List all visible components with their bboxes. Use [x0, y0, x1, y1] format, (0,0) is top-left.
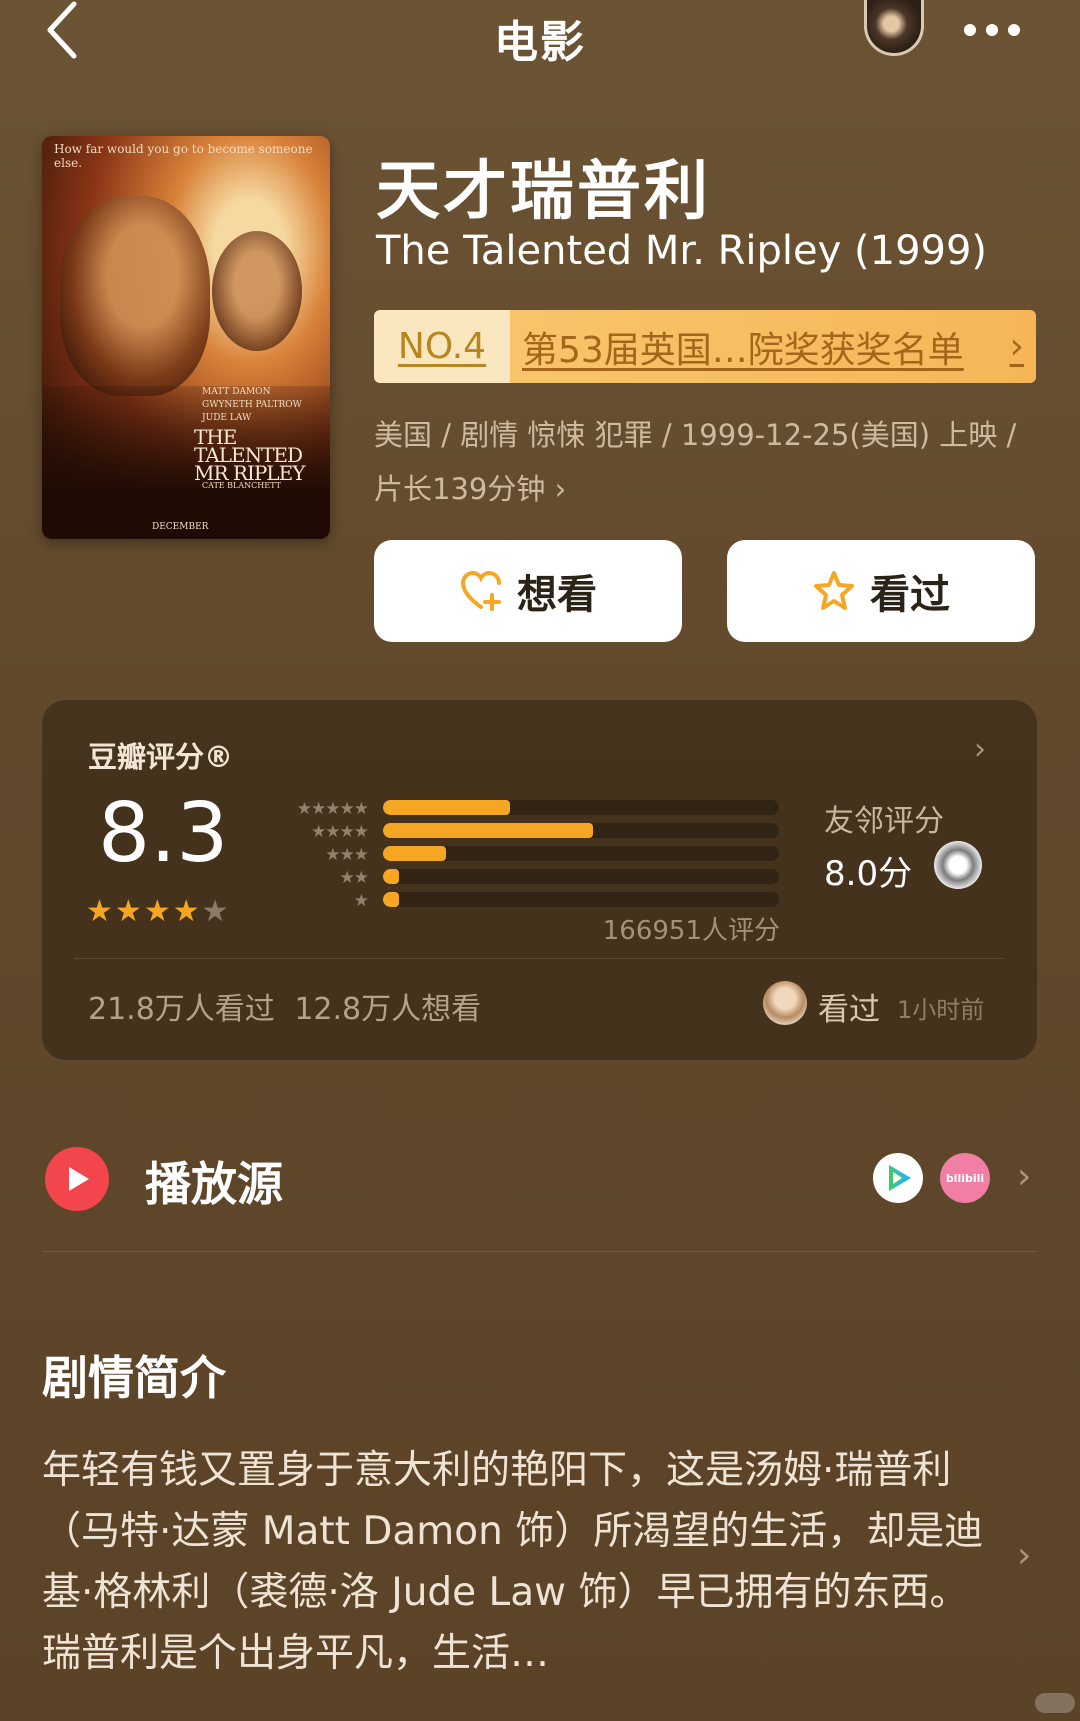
star-icon: ★ [86, 894, 115, 929]
five-star-label: ★★★★★ [296, 799, 369, 819]
four-star-label: ★★★★ [311, 822, 369, 842]
want-label: 想看 [517, 572, 597, 618]
rating-bar [383, 892, 779, 907]
friend-rating-score: 8.0分 [824, 854, 913, 894]
rating-bar [383, 846, 779, 861]
movie-title-en: The Talented Mr. Ripley (1999) [376, 228, 988, 274]
rating-stars: ★★★★★ [86, 894, 231, 929]
rank-list: 第53届英国…院奖获奖名单 › [510, 310, 1036, 383]
poster-face [212, 231, 302, 351]
chevron-right-icon[interactable]: › [1017, 1156, 1031, 1197]
rating-bar-fill [383, 800, 510, 815]
tencent-video-icon[interactable] [873, 1153, 923, 1203]
poster-title-line: MR RIPLEY [194, 461, 305, 485]
dot-icon [964, 24, 976, 36]
poster-face [60, 196, 210, 396]
poster-cast-name: JUDE LAW [202, 413, 252, 423]
want-to-watch-button[interactable]: 想看 [374, 540, 682, 642]
three-star-label: ★★★ [325, 845, 369, 865]
poster-cast-name: GWYNETH PALTROW [202, 400, 302, 410]
star-icon: ★ [114, 894, 144, 929]
rank-banner[interactable]: NO.4 第53届英国…院奖获奖名单 › [374, 310, 1036, 383]
rating-bar [383, 800, 779, 815]
divider [74, 958, 1004, 959]
rating-bar-fill [383, 869, 399, 884]
chevron-right-icon: › [974, 732, 986, 767]
bar-star-labels: ★★★★★ ★★★★ ★★★ ★★ ★ [266, 798, 369, 913]
bilibili-icon[interactable]: bilibili [940, 1153, 990, 1203]
play-source-title[interactable]: 播放源 [145, 1148, 283, 1214]
friend-avatar[interactable] [934, 841, 982, 889]
rating-bar-fill [383, 846, 447, 861]
avatar[interactable] [763, 981, 807, 1025]
poster-cast: MATT DAMON GWYNETH PALTROW JUDE LAW [202, 386, 302, 425]
movie-meta[interactable]: 美国 / 剧情 惊悚 犯罪 / 1999-12-25(美国) 上映 / 片长13… [374, 408, 1034, 516]
seen-status: 看过 [818, 992, 880, 1028]
watched-button[interactable]: 看过 [727, 540, 1035, 642]
synopsis-body[interactable]: 年轻有钱又置身于意大利的艳阳下，这是汤姆·瑞普利（马特·达蒙 Matt Damo… [42, 1440, 1002, 1684]
watch-stats: 21.8万人看过 12.8万人想看 [88, 992, 482, 1027]
seen-label: 看过 [870, 572, 950, 618]
star-icon: ★ [172, 894, 202, 929]
vote-count: 166951人评分 [602, 916, 780, 946]
star-icon: ★ [143, 894, 173, 929]
heart-plus-icon [460, 570, 501, 611]
friend-rating-label: 友邻评分 [824, 804, 944, 839]
poster-title: THE TALENTED MR RIPLEY [194, 427, 305, 485]
dot-icon [1008, 24, 1020, 36]
rating-score: 8.3 [98, 786, 229, 881]
seen-time: 1小时前 [897, 996, 985, 1024]
rating-bar [383, 823, 779, 838]
two-star-label: ★★ [339, 868, 369, 888]
poster-month: DECEMBER [152, 522, 209, 532]
rating-distribution [383, 800, 779, 915]
movie-title-cn: 天才瑞普利 [376, 155, 711, 229]
rank-number: NO.4 [374, 310, 510, 383]
chevron-right-icon: › [1009, 326, 1024, 367]
star-icon [814, 571, 854, 610]
play-icon [45, 1147, 109, 1211]
divider [42, 1251, 1037, 1252]
rating-bar-fill [383, 823, 593, 838]
rating-label: 豆瓣评分® [88, 740, 234, 774]
dot-icon [986, 24, 998, 36]
one-star-label: ★ [353, 891, 369, 911]
poster-extra-cast: CATE BLANCHETT [202, 481, 281, 490]
poster-cast-name: MATT DAMON [202, 387, 271, 397]
synopsis-title: 剧情简介 [42, 1351, 226, 1405]
chevron-right-icon[interactable]: › [1017, 1535, 1031, 1576]
rating-bar [383, 869, 779, 884]
rank-list-label: 第53届英国…院奖获奖名单 [522, 329, 964, 371]
movie-poster[interactable]: How far would you go to become someone e… [42, 136, 330, 539]
rating-bar-fill [383, 892, 399, 907]
star-icon: ★ [201, 894, 231, 929]
watermark-badge [1035, 1693, 1075, 1713]
poster-tagline: How far would you go to become someone e… [54, 142, 313, 170]
more-button[interactable] [964, 20, 1028, 40]
